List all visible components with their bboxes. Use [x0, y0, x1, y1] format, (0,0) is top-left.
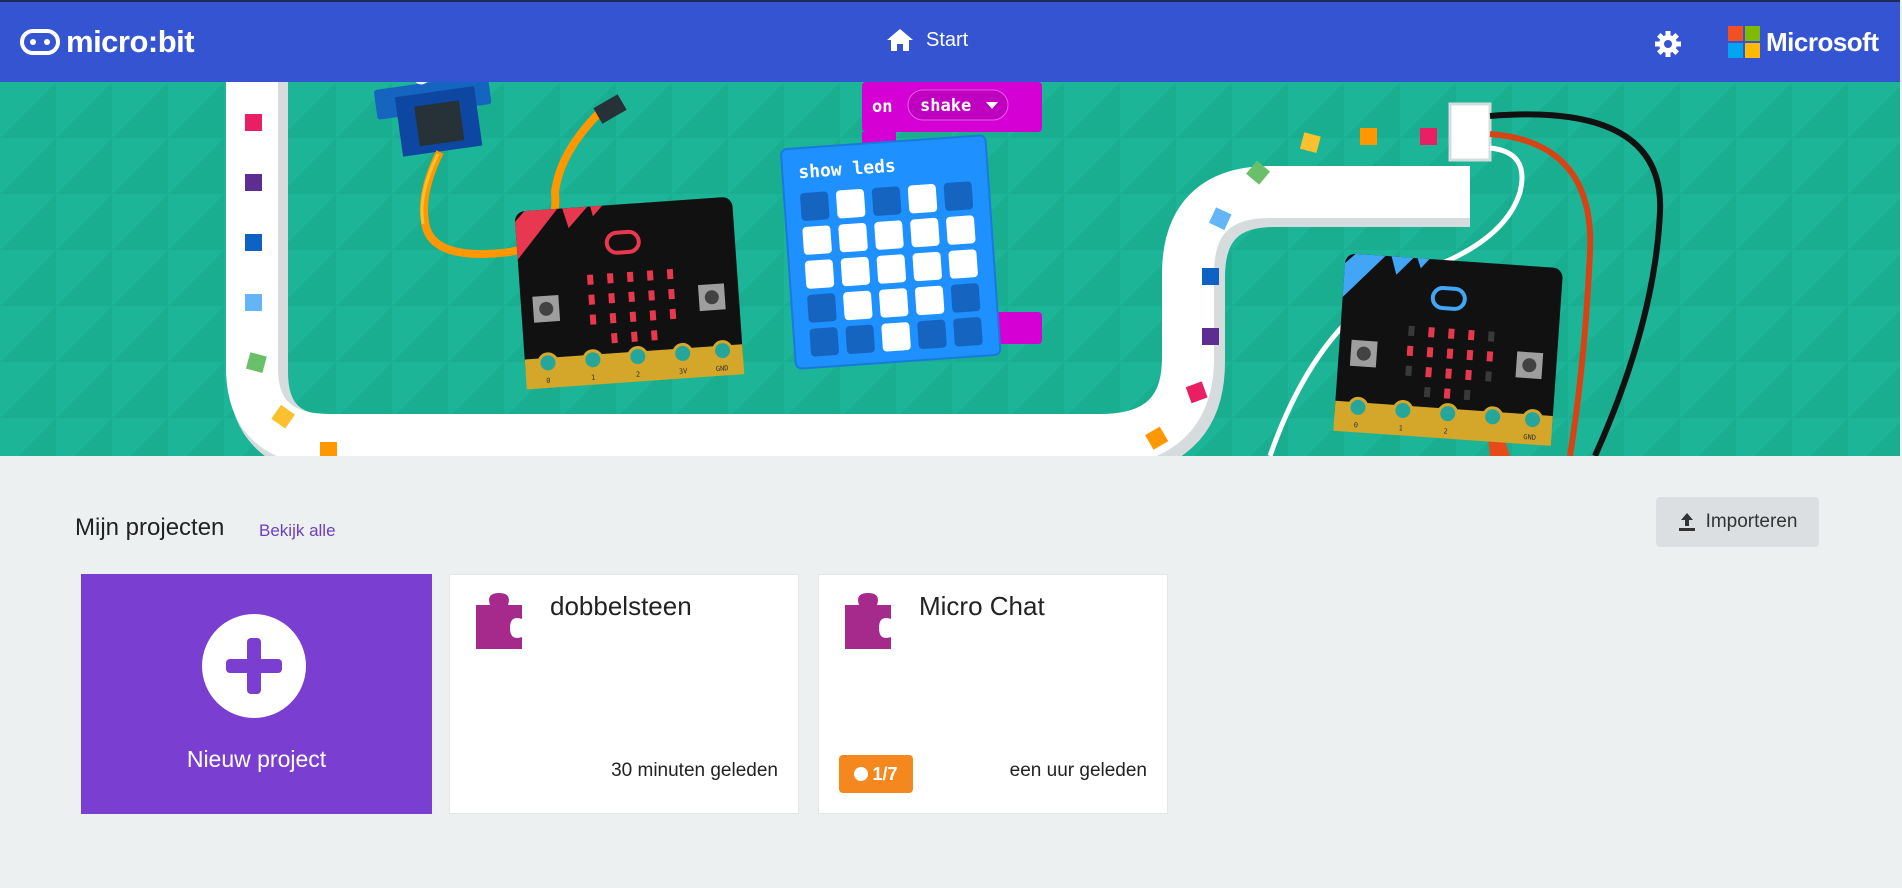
- project-card[interactable]: Micro Chat 1/7 een uur geleden: [818, 574, 1168, 814]
- led-cell: [907, 184, 938, 214]
- led-cell: [845, 324, 875, 355]
- project-badge: 1/7: [839, 755, 913, 793]
- pin-label: 2: [1443, 427, 1448, 435]
- led-cell: [802, 225, 832, 255]
- led-cell: [917, 319, 947, 350]
- project-time: een uur geleden: [1009, 760, 1147, 781]
- new-project-label: Nieuw project: [186, 746, 327, 772]
- new-project-card[interactable]: Nieuw project: [81, 574, 432, 814]
- led-cell: [836, 189, 866, 219]
- pin-label: GND: [716, 364, 729, 373]
- led-cell: [874, 220, 904, 250]
- settings-button[interactable]: [1654, 30, 1682, 63]
- led-cell: [946, 215, 976, 245]
- pin-label: 2: [636, 370, 641, 378]
- microsoft-logo-icon: [1728, 26, 1760, 58]
- led-cell: [871, 186, 902, 216]
- badge-label: 1/7: [872, 763, 898, 784]
- import-button[interactable]: Importeren: [1656, 497, 1819, 547]
- pin-label: 0: [1353, 421, 1358, 429]
- led-grid: [800, 181, 983, 357]
- microsoft-label: Microsoft: [1766, 26, 1879, 57]
- led-cell: [943, 181, 974, 211]
- led-cell: [840, 256, 871, 287]
- dot-icon: [854, 767, 869, 781]
- pin-label: 1: [1398, 424, 1403, 432]
- see-all-link[interactable]: Bekijk alle: [259, 521, 336, 541]
- led-cell: [843, 290, 873, 321]
- led-cell: [807, 293, 837, 323]
- top-navigation-bar: micro:bit Start Microsoft: [0, 0, 1900, 82]
- pin-label: 3V: [679, 367, 689, 376]
- led-cell: [953, 317, 983, 347]
- led-cell: [804, 259, 835, 289]
- project-title: Micro Chat: [919, 591, 1045, 621]
- section-title: Mijn projecten: [75, 514, 225, 541]
- led-cell: [910, 217, 940, 248]
- hero-banner: 0 1 2 3V GND on shake show leds 0 1 2 GN…: [0, 82, 1900, 456]
- led-cell: [948, 249, 978, 279]
- home-icon: [887, 29, 913, 51]
- gear-icon: [1655, 31, 1681, 57]
- home-button[interactable]: Start: [886, 28, 968, 52]
- led-cell: [881, 322, 911, 352]
- led-cell: [914, 285, 945, 316]
- led-cell: [876, 254, 907, 284]
- project-card[interactable]: dobbelsteen 30 minuten geleden: [449, 574, 799, 814]
- import-label: Importeren: [1705, 511, 1798, 532]
- puzzle-icon: [845, 593, 891, 649]
- led-cell: [838, 222, 868, 253]
- led-cell: [809, 327, 839, 357]
- plus-icon: [202, 614, 306, 718]
- hero-illustration: 0 1 2 3V GND on shake show leds 0 1 2 GN…: [0, 82, 1900, 456]
- microbit-logo[interactable]: micro:bit: [20, 24, 195, 60]
- led-cell: [879, 288, 909, 318]
- home-label: Start: [926, 28, 969, 51]
- project-title: dobbelsteen: [550, 591, 692, 621]
- microbit-logo-icon: [20, 29, 60, 55]
- pin-label: GND: [1523, 433, 1536, 442]
- led-cell: [912, 251, 942, 282]
- pin-label: 0: [546, 377, 551, 385]
- puzzle-icon: [476, 593, 522, 649]
- upload-icon: [1678, 513, 1695, 531]
- microsoft-logo[interactable]: Microsoft: [1728, 26, 1879, 58]
- event-block-on: on: [872, 97, 892, 117]
- project-time: 30 minuten geleden: [611, 760, 778, 781]
- pin-label: 1: [591, 374, 596, 382]
- event-block-value: shake: [920, 96, 971, 116]
- brand-name: micro:bit: [66, 24, 195, 59]
- led-cell: [950, 283, 981, 313]
- led-cell: [800, 191, 830, 221]
